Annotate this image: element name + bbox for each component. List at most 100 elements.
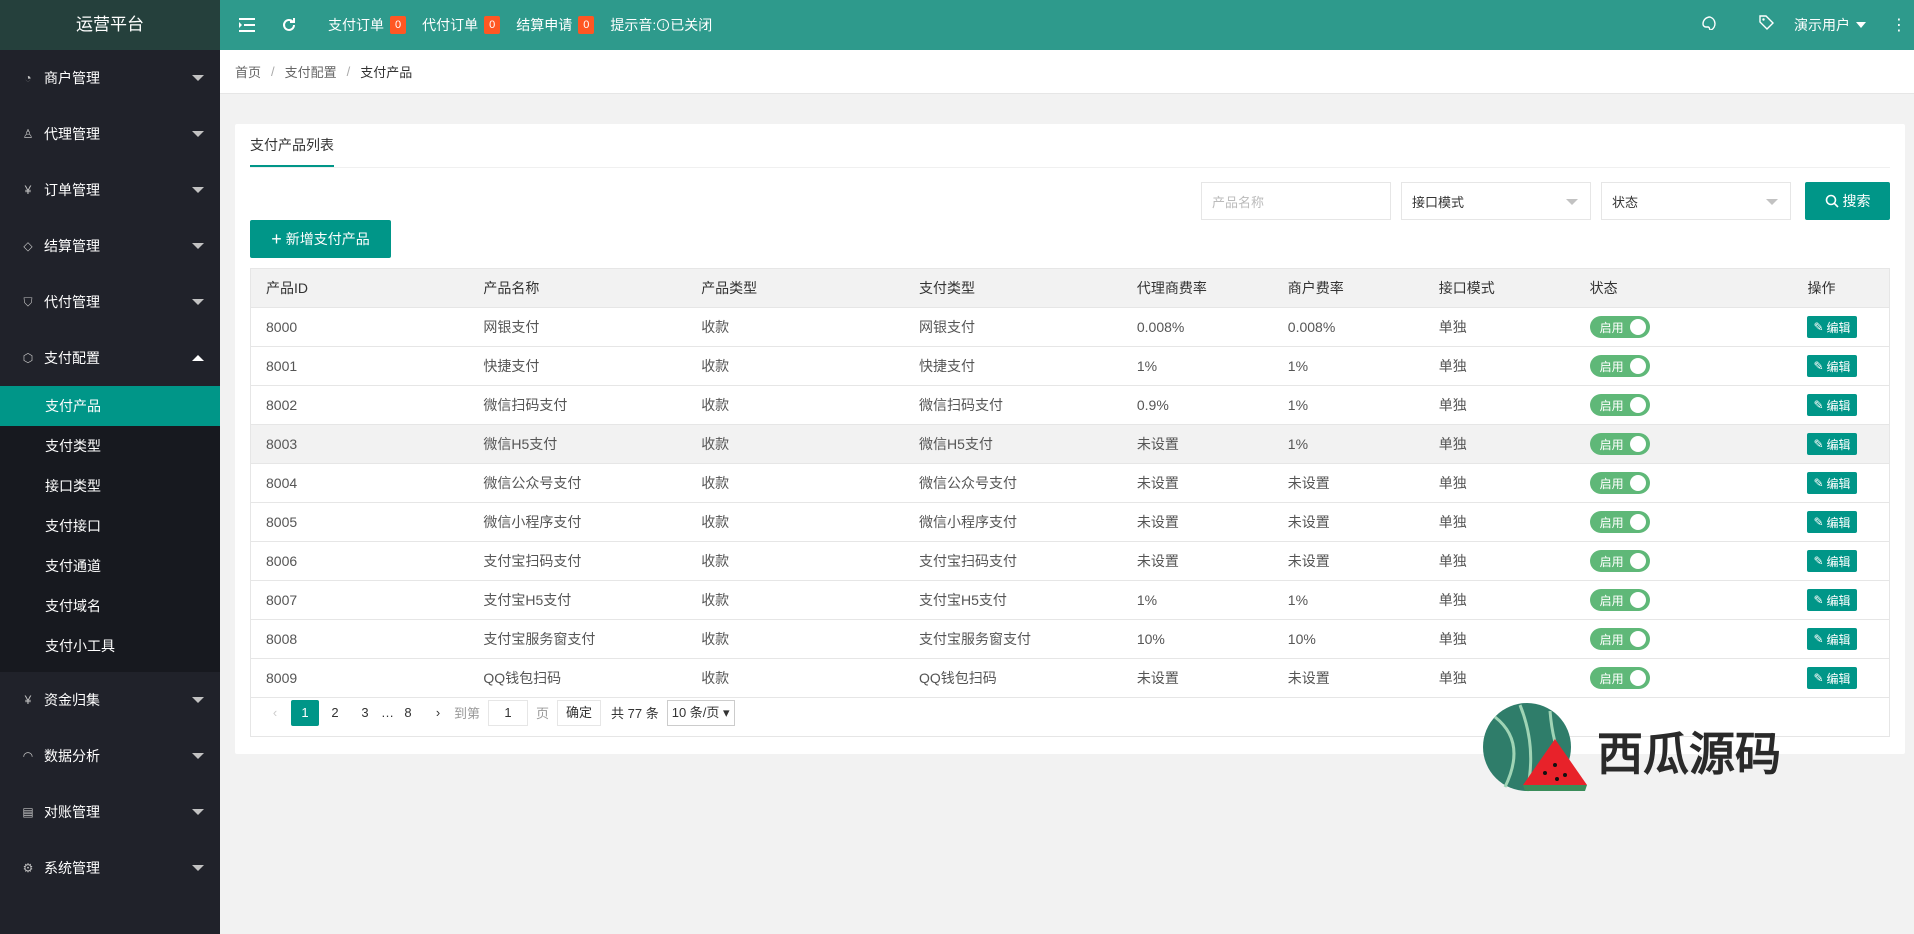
chevron-down-icon	[192, 809, 204, 815]
theme-palette-icon[interactable]	[1682, 15, 1738, 35]
status-toggle[interactable]: 启用	[1589, 628, 1650, 650]
user-menu[interactable]: 演示用户	[1794, 15, 1866, 35]
status-toggle-label: 启用	[1599, 476, 1624, 491]
cell-name: 快捷支付	[468, 346, 687, 386]
product-table: 产品ID 产品名称 产品类型 支付类型 代理商费率 商户费率 接口模式 状态 操作 8000 网银…	[250, 268, 1890, 698]
edit-button[interactable]: ✎ 编辑	[1807, 667, 1857, 689]
table-row: 8004 微信公众号支付 收款 微信公众号支付 未设置 未设置 单独 启用 ✎ 编辑	[250, 463, 1890, 503]
edit-button[interactable]: ✎ 编辑	[1807, 511, 1857, 533]
sidebar-subitem-5[interactable]: 支付域名	[0, 586, 220, 626]
sound-label: 提示音:	[610, 17, 657, 33]
status-toggle[interactable]: 启用	[1589, 511, 1650, 533]
menu-toggle-icon[interactable]	[232, 0, 262, 50]
cell-id: 8007	[250, 580, 469, 620]
column-header: 商户费率	[1272, 268, 1424, 308]
cell-id: 8001	[250, 346, 469, 386]
status-toggle[interactable]: 启用	[1589, 433, 1650, 455]
status-toggle-label: 启用	[1599, 671, 1624, 686]
page-1[interactable]: 1	[291, 699, 319, 726]
cell-merchant: 0.008%	[1272, 307, 1424, 347]
settle-apply-link[interactable]: 结算申请 0	[516, 15, 595, 35]
status-toggle[interactable]: 启用	[1589, 550, 1650, 572]
sidebar-group-label: 支付配置	[44, 350, 100, 366]
goto-page-input[interactable]: 1	[488, 699, 529, 726]
edit-button[interactable]: ✎ 编辑	[1807, 589, 1857, 611]
next-page-icon[interactable]: ›	[424, 700, 452, 726]
cell-status: 启用	[1574, 385, 1793, 425]
breadcrumb-level1[interactable]: 支付配置	[285, 62, 337, 81]
pencil-icon: ✎	[1813, 476, 1824, 490]
sidebar-group-groups_top-1[interactable]: ♙ 代理管理	[0, 106, 220, 162]
sidebar-group-groups_top-5[interactable]: ⬡ 支付配置	[0, 330, 220, 386]
app-logo-title[interactable]: 运营平台	[0, 0, 220, 50]
status-toggle[interactable]: 启用	[1589, 667, 1650, 689]
status-toggle[interactable]: 启用	[1589, 355, 1650, 377]
sidebar-group-groups_bottom-3[interactable]: ⚙ 系统管理	[0, 840, 220, 896]
cell-merchant: 未设置	[1272, 502, 1424, 542]
cell-name: 网银支付	[468, 307, 687, 347]
sidebar-group-label: 资金归集	[44, 692, 100, 708]
sidebar-group-groups_top-4[interactable]: ⛉ 代付管理	[0, 274, 220, 330]
user-circle-icon: ◔	[24, 71, 32, 85]
status-toggle[interactable]: 启用	[1589, 589, 1650, 611]
page-2[interactable]: 2	[321, 700, 349, 726]
status-toggle[interactable]: 启用	[1589, 394, 1650, 416]
cell-status: 启用	[1574, 463, 1793, 503]
add-product-button[interactable]: + 新增支付产品	[250, 220, 391, 258]
edit-button[interactable]: ✎ 编辑	[1807, 472, 1857, 494]
proxy-orders-link[interactable]: 代付订单 0	[422, 15, 501, 35]
status-toggle[interactable]: 启用	[1589, 316, 1650, 338]
status-toggle[interactable]: 启用	[1589, 472, 1650, 494]
chevron-down-icon	[192, 697, 204, 703]
top-navbar: 支付订单 0 代付订单 0 结算申请 0 提示音: i 已关闭 演示用户 ⋮	[220, 0, 1914, 50]
chevron-down-icon	[192, 187, 204, 193]
per-page-value: 10 条/页	[671, 704, 720, 720]
sound-toggle[interactable]: 提示音: i 已关闭	[610, 15, 712, 35]
interface-mode-select[interactable]: 接口模式	[1401, 182, 1591, 220]
sidebar-group-groups_bottom-2[interactable]: ▤ 对账管理	[0, 784, 220, 840]
column-header: 支付类型	[904, 268, 1122, 308]
edit-button[interactable]: ✎ 编辑	[1807, 316, 1857, 338]
edit-button[interactable]: ✎ 编辑	[1807, 394, 1857, 416]
sidebar-group-groups_top-0[interactable]: ◔ 商户管理	[0, 50, 220, 106]
page-3[interactable]: 3	[351, 700, 379, 726]
edit-button[interactable]: ✎ 编辑	[1807, 433, 1857, 455]
sidebar-group-groups_bottom-1[interactable]: ◠ 数据分析	[0, 728, 220, 784]
goto-confirm-button[interactable]: 确定	[557, 699, 602, 726]
refresh-icon[interactable]	[274, 0, 304, 50]
sidebar-group-groups_top-3[interactable]: ◇ 结算管理	[0, 218, 220, 274]
per-page-select[interactable]: 10 条/页 ▾	[666, 699, 735, 726]
tag-icon[interactable]	[1738, 15, 1794, 35]
breadcrumb-home[interactable]: 首页	[235, 62, 261, 81]
search-button[interactable]: 搜索	[1805, 182, 1890, 220]
edit-button[interactable]: ✎ 编辑	[1807, 628, 1857, 650]
sidebar-subitem-3[interactable]: 支付接口	[0, 506, 220, 546]
sidebar-group-groups_top-2[interactable]: ¥ 订单管理	[0, 162, 220, 218]
status-select[interactable]: 状态	[1601, 182, 1791, 220]
chevron-down-icon	[192, 131, 204, 137]
sidebar-subitem-1[interactable]: 支付类型	[0, 426, 220, 466]
pencil-icon: ✎	[1813, 515, 1824, 529]
cell-merchant: 1%	[1272, 580, 1424, 620]
sidebar-group-groups_bottom-0[interactable]: ¥ 资金归集	[0, 672, 220, 728]
sidebar-subitem-2[interactable]: 接口类型	[0, 466, 220, 506]
status-toggle-label: 启用	[1599, 320, 1624, 335]
table-row: 8005 微信小程序支付 收款 微信小程序支付 未设置 未设置 单独 启用 ✎ 编辑	[250, 502, 1890, 542]
cell-paytype: 网银支付	[904, 307, 1122, 347]
cell-name: 微信H5支付	[468, 424, 687, 464]
page-last[interactable]: 8	[394, 700, 422, 726]
cell-paytype: 快捷支付	[904, 346, 1122, 386]
product-name-input[interactable]: 产品名称	[1201, 182, 1391, 220]
sidebar-subitem-0[interactable]: 支付产品	[0, 386, 220, 426]
edit-button[interactable]: ✎ 编辑	[1807, 355, 1857, 377]
prev-page-icon[interactable]: ‹	[261, 700, 289, 726]
edit-button[interactable]: ✎ 编辑	[1807, 550, 1857, 572]
pencil-icon: ✎	[1813, 359, 1824, 373]
more-vertical-icon[interactable]: ⋮	[1884, 15, 1914, 35]
toggle-knob	[1629, 397, 1646, 413]
tab-product-list[interactable]: 支付产品列表	[250, 124, 334, 167]
cell-action: ✎ 编辑	[1792, 307, 1890, 347]
sidebar-subitem-4[interactable]: 支付通道	[0, 546, 220, 586]
pay-orders-link[interactable]: 支付订单 0	[328, 15, 407, 35]
sidebar-subitem-6[interactable]: 支付小工具	[0, 626, 220, 666]
